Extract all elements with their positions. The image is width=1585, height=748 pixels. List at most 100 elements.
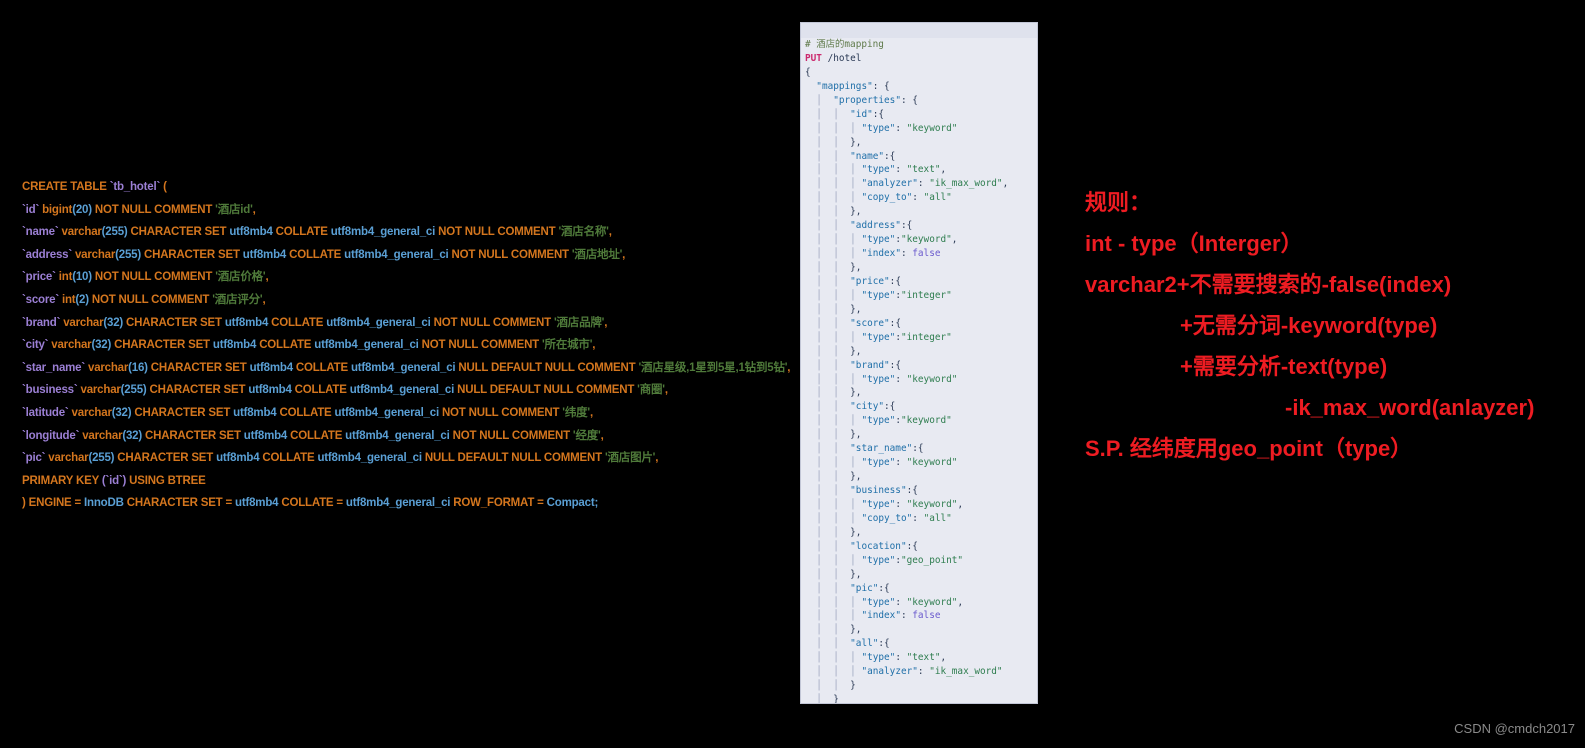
sql-line-9: `business` varchar(255) CHARACTER SET ut… [22, 379, 812, 402]
json-line-5: │ │ "id":{ [805, 108, 1037, 122]
code-token: "ik_max_word" [929, 178, 1003, 190]
code-token: (255) [101, 226, 128, 239]
code-token: CHARACTER SET [146, 384, 249, 397]
es-mapping-code: # 酒店的mapping PUT /hotel{ "mappings": { │ … [801, 38, 1037, 703]
code-token: , [265, 271, 269, 284]
code-token: `pic` [22, 452, 46, 465]
code-token: │ │ │ [805, 596, 862, 608]
code-token: : [895, 596, 907, 608]
json-line-20: │ │ "score":{ [805, 317, 1037, 331]
code-token: (10) [72, 271, 92, 284]
code-token: }, [850, 303, 862, 315]
code-token: CHARACTER SET [140, 248, 243, 261]
code-token: COLLATE [256, 339, 315, 352]
code-token: :{ [884, 401, 896, 413]
code-token: "integer" [900, 289, 952, 301]
code-token: │ │ │ [805, 498, 862, 510]
json-line-36: │ │ "location":{ [805, 540, 1037, 554]
code-token: NOT NULL COMMENT [430, 316, 554, 329]
sql-create-table-block: CREATE TABLE `tb_hotel` ( `id` bigint(20… [22, 176, 812, 515]
code-token: '经度' [572, 429, 601, 442]
json-line-30: │ │ │ "type": "keyword" [805, 456, 1037, 470]
code-token: varchar [85, 361, 129, 374]
code-token: utf8mb4 [249, 361, 294, 374]
code-token: InnoDB [84, 497, 124, 510]
code-token: : [917, 666, 930, 678]
code-token: (255) [120, 384, 147, 397]
sql-line-2: `name` varchar(255) CHARACTER SET utf8mb… [22, 221, 812, 244]
sql-line-1: `id` bigint(20) NOT NULL COMMENT '酒店id', [22, 199, 812, 222]
code-token: }, [850, 429, 862, 441]
json-line-22: │ │ }, [805, 345, 1037, 359]
code-token: │ │ [805, 485, 851, 496]
sql-line-10: `latitude` varchar(32) CHARACTER SET utf… [22, 402, 812, 425]
code-token: │ │ │ [805, 666, 862, 678]
code-token: "all" [850, 638, 879, 650]
code-token: "geo_point" [900, 554, 964, 566]
code-token: (32) [91, 339, 112, 352]
sql-line-12: `pic` varchar(255) CHARACTER SET utf8mb4… [22, 447, 812, 470]
code-token: NOT NULL COMMENT [91, 271, 216, 284]
code-token: "analyzer" [861, 178, 918, 190]
code-token: utf8mb4 [235, 497, 279, 510]
json-line-47: │ } [805, 693, 1037, 703]
code-token: NOT NULL COMMENT [91, 203, 216, 216]
code-token: "brand" [850, 359, 890, 371]
code-token: │ │ [805, 568, 851, 580]
code-token: │ [805, 94, 834, 106]
code-token: utf8mb4_general_ci [344, 248, 449, 261]
code-token: , [622, 248, 626, 261]
code-token: : { [872, 80, 890, 92]
code-token: │ │ [805, 275, 851, 287]
code-token: '酒店图片' [604, 452, 656, 465]
code-token: │ │ [805, 680, 851, 692]
code-token: varchar [71, 248, 116, 261]
code-token: "keyword" [906, 457, 958, 469]
code-token: NOT NULL COMMENT [449, 429, 573, 442]
sql-line-6: `brand` varchar(32) CHARACTER SET utf8mb… [22, 312, 812, 335]
code-token: (32) [103, 316, 124, 329]
code-token: ) ENGINE = [22, 497, 85, 510]
code-token: │ │ [805, 262, 851, 273]
json-line-41: │ │ │ "index": false [805, 609, 1037, 623]
json-line-15: │ │ │ "index": false [805, 247, 1037, 261]
sql-line-13: PRIMARY KEY (`id`) USING BTREE [22, 470, 812, 493]
json-line-12: │ │ }, [805, 205, 1037, 219]
code-token: : [900, 248, 913, 260]
json-line-2: { [805, 66, 1037, 80]
code-token: `tb_hotel` [109, 181, 161, 193]
code-token: :{ [884, 150, 896, 162]
code-token: `latitude` [22, 406, 69, 419]
code-token: '酒店品牌' [553, 316, 605, 329]
code-token: "text" [906, 652, 941, 664]
code-token: utf8mb4 [229, 226, 273, 239]
code-token: NULL DEFAULT NULL COMMENT [454, 384, 638, 397]
code-token: "type" [861, 457, 896, 469]
code-token: }, [850, 206, 862, 218]
json-line-23: │ │ "brand":{ [805, 359, 1037, 373]
code-token: NOT NULL COMMENT [448, 248, 572, 261]
code-token: : [895, 373, 907, 385]
code-token: CHARACTER SET [147, 361, 250, 374]
code-token: }, [850, 471, 862, 483]
csdn-watermark: CSDN @cmdch2017 [1454, 721, 1575, 736]
code-token: "type" [861, 596, 896, 608]
code-token: │ │ │ [805, 122, 862, 134]
code-token: CREATE TABLE [22, 181, 110, 193]
code-token: │ │ [805, 150, 851, 162]
json-line-4: │ "properties": { [805, 94, 1037, 108]
code-token: bigint [39, 203, 73, 216]
rules-annotation: 规则： int - type（Interger） varchar2+不需要搜索的-… [1085, 182, 1580, 469]
code-token: PRIMARY KEY [22, 474, 102, 487]
code-token: │ │ [805, 638, 851, 650]
code-token: COLLATE [259, 452, 318, 465]
code-token: "address" [850, 220, 901, 232]
rules-line-5: S.P. 经纬度用geo_point（type） [1085, 436, 1413, 461]
code-token: '纬度' [562, 406, 590, 419]
json-line-46: │ │ } [805, 679, 1037, 693]
code-token: CHARACTER SET [131, 406, 234, 419]
code-token: COLLATE [292, 361, 351, 374]
code-token: │ │ [805, 624, 851, 636]
code-token: │ │ │ [805, 164, 862, 176]
